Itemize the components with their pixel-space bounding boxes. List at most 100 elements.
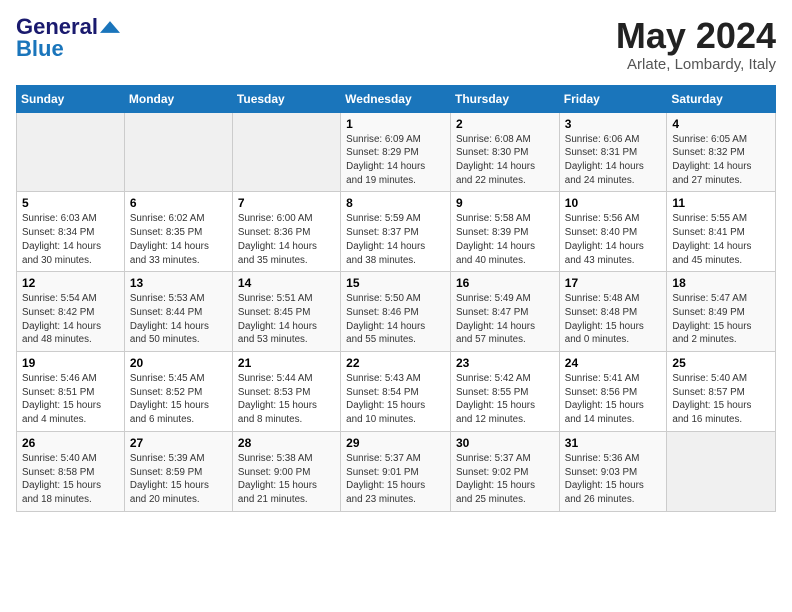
day-info: Sunrise: 5:38 AM Sunset: 9:00 PM Dayligh…: [238, 452, 335, 507]
day-info: Sunrise: 5:36 AM Sunset: 9:03 PM Dayligh…: [565, 452, 662, 507]
day-info: Sunrise: 5:54 AM Sunset: 8:42 PM Dayligh…: [22, 292, 119, 347]
day-cell: 2 Sunrise: 6:08 AM Sunset: 8:30 PM Daylig…: [451, 112, 560, 192]
title-block: May 2024 Arlate, Lombardy, Italy: [616, 16, 776, 73]
day-cell: 28 Sunrise: 5:38 AM Sunset: 9:00 PM Dayli…: [232, 431, 340, 511]
header-cell-tuesday: Tuesday: [232, 85, 340, 112]
day-number: 16: [456, 276, 554, 290]
week-row-1: 1Sunrise: 6:09 AM Sunset: 8:29 PM Daylig…: [17, 112, 776, 192]
day-cell: 26Sunrise: 5:40 AM Sunset: 8:58 PM Dayli…: [17, 431, 125, 511]
day-number: 15: [346, 276, 445, 290]
header-cell-thursday: Thursday: [451, 85, 560, 112]
week-row-3: 12 Sunrise: 5:54 AM Sunset: 8:42 PM Dayli…: [17, 272, 776, 352]
day-cell: 18 Sunrise: 5:47 AM Sunset: 8:49 PM Dayli…: [667, 272, 776, 352]
day-cell: 9 Sunrise: 5:58 AM Sunset: 8:39 PM Daylig…: [451, 192, 560, 272]
day-cell: 13 Sunrise: 5:53 AM Sunset: 8:44 PM Dayli…: [124, 272, 232, 352]
logo-icon: [100, 21, 120, 33]
day-number: 2: [456, 117, 554, 131]
day-number: 23: [456, 356, 554, 370]
day-number: 5: [22, 196, 119, 210]
day-info: Sunrise: 5:58 AM Sunset: 8:39 PM Dayligh…: [456, 212, 554, 267]
day-info: Sunrise: 5:37 AM Sunset: 9:02 PM Dayligh…: [456, 452, 554, 507]
day-number: 6: [130, 196, 227, 210]
header-cell-friday: Friday: [559, 85, 667, 112]
page-header: General Blue May 2024 Arlate, Lombardy, …: [16, 16, 776, 73]
day-cell: 24 Sunrise: 5:41 AM Sunset: 8:56 PM Dayli…: [559, 352, 667, 432]
day-number: 9: [456, 196, 554, 210]
day-info: Sunrise: 5:41 AM Sunset: 8:56 PM Dayligh…: [565, 372, 662, 427]
day-number: 8: [346, 196, 445, 210]
day-cell: [17, 112, 125, 192]
day-cell: 25 Sunrise: 5:40 AM Sunset: 8:57 PM Dayli…: [667, 352, 776, 432]
day-info: Sunrise: 6:06 AM Sunset: 8:31 PM Dayligh…: [565, 133, 662, 188]
day-info: Sunrise: 6:05 AM Sunset: 8:32 PM Dayligh…: [672, 133, 770, 188]
day-info: Sunrise: 5:44 AM Sunset: 8:53 PM Dayligh…: [238, 372, 335, 427]
day-info: Sunrise: 5:39 AM Sunset: 8:59 PM Dayligh…: [130, 452, 227, 507]
header-cell-sunday: Sunday: [17, 85, 125, 112]
logo: General Blue: [16, 16, 120, 60]
day-number: 13: [130, 276, 227, 290]
day-cell: 1Sunrise: 6:09 AM Sunset: 8:29 PM Daylig…: [341, 112, 451, 192]
day-cell: 20 Sunrise: 5:45 AM Sunset: 8:52 PM Dayli…: [124, 352, 232, 432]
day-number: 30: [456, 436, 554, 450]
day-info: Sunrise: 5:49 AM Sunset: 8:47 PM Dayligh…: [456, 292, 554, 347]
day-number: 11: [672, 196, 770, 210]
day-number: 21: [238, 356, 335, 370]
header-cell-monday: Monday: [124, 85, 232, 112]
day-info: Sunrise: 5:50 AM Sunset: 8:46 PM Dayligh…: [346, 292, 445, 347]
day-info: Sunrise: 5:51 AM Sunset: 8:45 PM Dayligh…: [238, 292, 335, 347]
logo-blue: Blue: [16, 38, 64, 60]
day-cell: 29Sunrise: 5:37 AM Sunset: 9:01 PM Dayli…: [341, 431, 451, 511]
day-cell: [667, 431, 776, 511]
day-info: Sunrise: 6:00 AM Sunset: 8:36 PM Dayligh…: [238, 212, 335, 267]
day-info: Sunrise: 6:08 AM Sunset: 8:30 PM Dayligh…: [456, 133, 554, 188]
day-cell: 7 Sunrise: 6:00 AM Sunset: 8:36 PM Daylig…: [232, 192, 340, 272]
day-number: 20: [130, 356, 227, 370]
day-info: Sunrise: 5:59 AM Sunset: 8:37 PM Dayligh…: [346, 212, 445, 267]
day-number: 10: [565, 196, 662, 210]
day-number: 31: [565, 436, 662, 450]
week-row-4: 19 Sunrise: 5:46 AM Sunset: 8:51 PM Dayli…: [17, 352, 776, 432]
day-number: 29: [346, 436, 445, 450]
day-info: Sunrise: 5:43 AM Sunset: 8:54 PM Dayligh…: [346, 372, 445, 427]
day-number: 25: [672, 356, 770, 370]
day-cell: 21 Sunrise: 5:44 AM Sunset: 8:53 PM Dayli…: [232, 352, 340, 432]
day-cell: 10Sunrise: 5:56 AM Sunset: 8:40 PM Dayli…: [559, 192, 667, 272]
day-number: 19: [22, 356, 119, 370]
day-cell: 22Sunrise: 5:43 AM Sunset: 8:54 PM Dayli…: [341, 352, 451, 432]
day-cell: 31 Sunrise: 5:36 AM Sunset: 9:03 PM Dayli…: [559, 431, 667, 511]
day-number: 18: [672, 276, 770, 290]
header-row: SundayMondayTuesdayWednesdayThursdayFrid…: [17, 85, 776, 112]
calendar-table: SundayMondayTuesdayWednesdayThursdayFrid…: [16, 85, 776, 512]
header-cell-saturday: Saturday: [667, 85, 776, 112]
day-cell: 11 Sunrise: 5:55 AM Sunset: 8:41 PM Dayli…: [667, 192, 776, 272]
day-info: Sunrise: 5:40 AM Sunset: 8:58 PM Dayligh…: [22, 452, 119, 507]
day-cell: 3 Sunrise: 6:06 AM Sunset: 8:31 PM Daylig…: [559, 112, 667, 192]
location: Arlate, Lombardy, Italy: [616, 56, 776, 73]
day-number: 17: [565, 276, 662, 290]
day-number: 3: [565, 117, 662, 131]
day-info: Sunrise: 5:40 AM Sunset: 8:57 PM Dayligh…: [672, 372, 770, 427]
day-number: 4: [672, 117, 770, 131]
day-number: 28: [238, 436, 335, 450]
day-cell: 6 Sunrise: 6:02 AM Sunset: 8:35 PM Daylig…: [124, 192, 232, 272]
day-number: 14: [238, 276, 335, 290]
day-cell: 15 Sunrise: 5:50 AM Sunset: 8:46 PM Dayli…: [341, 272, 451, 352]
day-info: Sunrise: 5:45 AM Sunset: 8:52 PM Dayligh…: [130, 372, 227, 427]
day-info: Sunrise: 5:47 AM Sunset: 8:49 PM Dayligh…: [672, 292, 770, 347]
day-cell: 23Sunrise: 5:42 AM Sunset: 8:55 PM Dayli…: [451, 352, 560, 432]
day-number: 7: [238, 196, 335, 210]
day-info: Sunrise: 5:48 AM Sunset: 8:48 PM Dayligh…: [565, 292, 662, 347]
header-cell-wednesday: Wednesday: [341, 85, 451, 112]
day-cell: [232, 112, 340, 192]
day-info: Sunrise: 5:46 AM Sunset: 8:51 PM Dayligh…: [22, 372, 119, 427]
day-info: Sunrise: 6:02 AM Sunset: 8:35 PM Dayligh…: [130, 212, 227, 267]
day-number: 1: [346, 117, 445, 131]
day-info: Sunrise: 5:53 AM Sunset: 8:44 PM Dayligh…: [130, 292, 227, 347]
day-number: 24: [565, 356, 662, 370]
day-info: Sunrise: 5:55 AM Sunset: 8:41 PM Dayligh…: [672, 212, 770, 267]
month-title: May 2024: [616, 16, 776, 56]
day-cell: 5 Sunrise: 6:03 AM Sunset: 8:34 PM Daylig…: [17, 192, 125, 272]
day-cell: 19 Sunrise: 5:46 AM Sunset: 8:51 PM Dayli…: [17, 352, 125, 432]
day-number: 12: [22, 276, 119, 290]
day-info: Sunrise: 6:03 AM Sunset: 8:34 PM Dayligh…: [22, 212, 119, 267]
